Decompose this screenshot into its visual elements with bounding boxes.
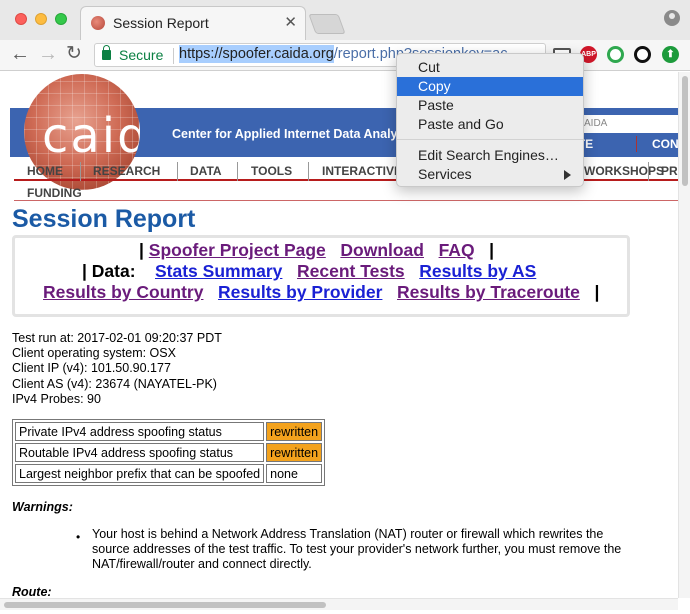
link-results-by-provider[interactable]: Results by Provider	[218, 282, 382, 302]
menu-divider	[308, 162, 309, 181]
new-tab-button[interactable]	[308, 14, 346, 34]
table-row: Private IPv4 address spoofing status rew…	[15, 422, 323, 441]
status-label: Private IPv4 address spoofing status	[15, 422, 265, 441]
vertical-scroll-thumb[interactable]	[682, 76, 688, 186]
context-menu-paste-and-go[interactable]: Paste and Go	[397, 115, 583, 134]
info-client-as: Client AS (v4): 23674 (NAYATEL-PK)	[12, 376, 217, 391]
menu-pr[interactable]: PR	[661, 164, 678, 178]
menu-funding[interactable]: FUNDING	[27, 186, 82, 200]
zoom-window-button[interactable]	[55, 13, 67, 25]
status-value-badge: rewritten	[266, 422, 323, 441]
header-divider	[636, 136, 637, 152]
context-menu-services-item[interactable]: Services	[397, 165, 583, 184]
test-info: Test run at: 2017-02-01 09:20:37 PDT Cli…	[12, 331, 222, 407]
table-row: Routable IPv4 address spoofing status re…	[15, 443, 323, 462]
submenu-arrow-icon	[564, 170, 571, 180]
links-row-results: Results by Country Results by Provider R…	[43, 282, 599, 303]
header-link-contact[interactable]: CON	[652, 137, 678, 151]
menu-workshops[interactable]: WORKSHOPS	[584, 164, 664, 178]
data-label: Data:	[91, 261, 136, 281]
context-menu-cut[interactable]: Cut	[397, 58, 583, 77]
warnings-heading: Warnings:	[12, 500, 73, 514]
bullet-icon: •	[76, 530, 81, 544]
menu-divider	[237, 162, 238, 181]
update-icon[interactable]: ⬆	[662, 46, 679, 63]
horizontal-scroll-thumb[interactable]	[4, 602, 326, 608]
menu-data[interactable]: DATA	[190, 164, 222, 178]
status-label: Largest neighbor prefix that can be spoo…	[15, 464, 265, 483]
back-arrow-icon[interactable]: ←	[10, 43, 30, 65]
spoofing-status-table: Private IPv4 address spoofing status rew…	[12, 419, 326, 486]
separator: |	[489, 240, 495, 260]
report-links-box: | Spoofer Project Page Download FAQ | | …	[12, 235, 630, 317]
menu-research[interactable]: RESEARCH	[93, 164, 160, 178]
horizontal-scrollbar[interactable]	[0, 598, 678, 610]
caida-favicon-icon	[91, 16, 105, 30]
context-menu-services-label: Services	[418, 166, 472, 182]
context-menu-copy[interactable]: Copy	[397, 77, 583, 96]
secure-label: Secure	[119, 47, 164, 63]
status-value-badge: rewritten	[266, 443, 323, 462]
extension-id-icon[interactable]	[607, 46, 624, 63]
link-faq[interactable]: FAQ	[439, 240, 475, 260]
reload-icon[interactable]: ↻	[66, 43, 82, 65]
table-row: Largest neighbor prefix that can be spoo…	[15, 464, 323, 483]
info-ipv4-probes: IPv4 Probes: 90	[12, 391, 101, 406]
warning-text: Your host is behind a Network Address Tr…	[92, 527, 622, 571]
vertical-scrollbar[interactable]	[678, 72, 690, 598]
tab-close-icon[interactable]: ✕	[284, 13, 297, 31]
site-search-input[interactable]: AIDA	[580, 115, 678, 133]
status-label: Routable IPv4 address spoofing status	[15, 443, 265, 462]
menu-divider	[648, 162, 649, 181]
route-heading: Route:	[12, 585, 52, 598]
link-results-by-country[interactable]: Results by Country	[43, 282, 203, 302]
menu-underline	[14, 200, 678, 201]
info-client-os: Client operating system: OSX	[12, 346, 176, 361]
info-client-ip: Client IP (v4): 101.50.90.177	[12, 361, 171, 376]
link-download[interactable]: Download	[340, 240, 424, 260]
separator: |	[139, 240, 144, 260]
menu-divider	[80, 162, 81, 181]
menu-home[interactable]: HOME	[27, 164, 63, 178]
links-row-data: | Data: Stats Summary Recent Tests Resul…	[82, 261, 536, 282]
menu-tools[interactable]: TOOLS	[251, 164, 292, 178]
status-value: none	[266, 464, 323, 483]
extension-circle-icon[interactable]	[634, 46, 651, 63]
menu-interactive[interactable]: INTERACTIVE	[322, 164, 402, 178]
lock-icon	[102, 45, 111, 60]
link-spoofer-project-page[interactable]: Spoofer Project Page	[149, 240, 326, 260]
url-selected-text: https://spoofer.caida.org	[179, 45, 334, 63]
browser-tab[interactable]: Session Report ✕	[80, 6, 306, 40]
tab-title: Session Report	[113, 15, 209, 31]
menu-divider	[177, 162, 178, 181]
link-results-by-traceroute[interactable]: Results by Traceroute	[397, 282, 580, 302]
link-recent-tests[interactable]: Recent Tests	[297, 261, 405, 281]
context-menu: Cut Copy Paste Paste and Go Edit Search …	[396, 53, 584, 187]
separator: |	[594, 282, 600, 302]
site-tagline: Center for Applied Internet Data Analysi…	[172, 127, 415, 141]
minimize-window-button[interactable]	[35, 13, 47, 25]
profile-icon[interactable]	[664, 10, 680, 26]
link-results-by-as[interactable]: Results by AS	[419, 261, 536, 281]
logo-text: caida	[42, 108, 140, 164]
link-stats-summary[interactable]: Stats Summary	[155, 261, 282, 281]
links-row-project: | Spoofer Project Page Download FAQ |	[139, 240, 494, 261]
context-menu-edit-search-engines[interactable]: Edit Search Engines…	[397, 146, 583, 165]
forward-arrow-icon[interactable]: →	[38, 43, 58, 65]
context-menu-paste[interactable]: Paste	[397, 96, 583, 115]
close-window-button[interactable]	[15, 13, 27, 25]
context-menu-separator	[397, 139, 583, 140]
page-title: Session Report	[12, 205, 196, 233]
title-bar: Session Report ✕	[0, 0, 690, 40]
info-test-run: Test run at: 2017-02-01 09:20:37 PDT	[12, 331, 222, 345]
separator: |	[82, 261, 87, 281]
omnibox-divider	[173, 48, 174, 64]
